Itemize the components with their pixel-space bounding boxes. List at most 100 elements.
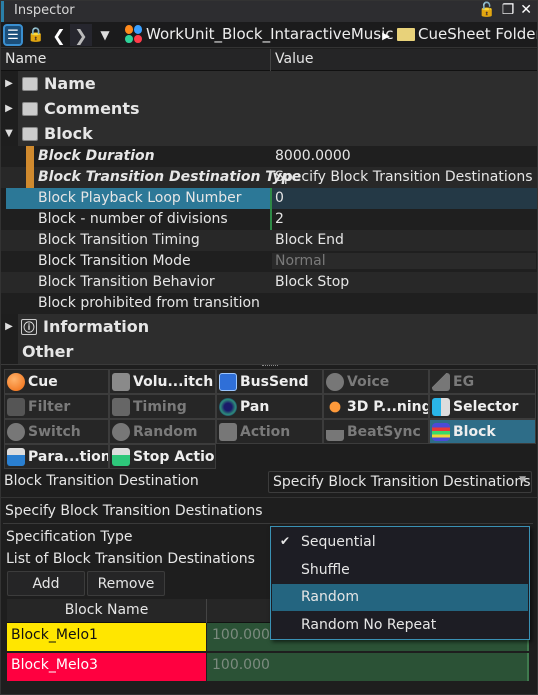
weight-cell[interactable]: 100.000: [207, 653, 529, 681]
metronome-icon: [326, 422, 344, 441]
pan-icon: [219, 397, 237, 416]
expand-arrow-icon[interactable]: ▶: [0, 314, 18, 339]
tab-label: EG: [453, 373, 475, 390]
filter-icon: [7, 397, 25, 416]
expand-arrow-icon[interactable]: ▶: [0, 71, 18, 96]
category-comments[interactable]: ▶ Comments: [0, 96, 538, 121]
category-other[interactable]: Other: [0, 339, 538, 364]
property-row[interactable]: Block Transition Timing Block End: [0, 230, 538, 251]
tab-voice[interactable]: Voice: [323, 369, 429, 394]
property-row[interactable]: Block - number of divisions 2: [0, 209, 538, 230]
property-row[interactable]: Block prohibited from transition: [0, 293, 538, 314]
padlock-icon[interactable]: 🔒: [26, 24, 46, 46]
tab-label: 3D P...ning: [347, 398, 429, 415]
breadcrumb-label: CueSheet Folder: [418, 25, 538, 43]
add-button[interactable]: Add: [7, 571, 85, 596]
tab-stop-action[interactable]: Stop Action: [109, 444, 216, 469]
tab-label: Block: [453, 423, 496, 440]
tab-selector[interactable]: Selector: [429, 394, 536, 419]
column-divider[interactable]: [270, 49, 271, 71]
3d-positioning-icon: [326, 397, 344, 416]
category-label: Name: [44, 74, 96, 93]
stop-action-icon: [112, 447, 130, 466]
tab-volume-pitch[interactable]: Volu...itch: [109, 369, 216, 394]
close-icon[interactable]: ✕: [520, 2, 532, 18]
column-divider[interactable]: [206, 599, 207, 623]
category-name[interactable]: ▶ Name: [0, 71, 538, 96]
back-arrow-icon[interactable]: ❮: [50, 24, 68, 46]
property-row[interactable]: Block Transition Behavior Block Stop: [0, 272, 538, 293]
column-name[interactable]: Name: [5, 51, 46, 67]
tab-label: Para...tion: [28, 448, 109, 465]
tab-cue[interactable]: Cue: [4, 369, 109, 394]
property-value[interactable]: Block End: [275, 232, 344, 248]
checkmark-icon: ✔: [280, 534, 291, 548]
property-row[interactable]: Block Duration 8000.0000: [0, 146, 538, 167]
menu-item-random[interactable]: Random: [272, 584, 528, 611]
property-row[interactable]: Block Transition Destination Type Specif…: [0, 167, 538, 188]
restore-window-icon[interactable]: ❐: [502, 2, 515, 18]
breadcrumb-workunit[interactable]: WorkUnit_Block_IntaractiveMusic: [125, 25, 394, 43]
tab-label: Volu...itch: [133, 373, 214, 390]
tab-pan[interactable]: Pan: [216, 394, 323, 419]
tab-random[interactable]: Random: [109, 419, 216, 444]
remove-button[interactable]: Remove: [87, 571, 165, 596]
transition-destination-label: Block Transition Destination: [4, 473, 199, 489]
column-block-name[interactable]: Block Name: [7, 602, 206, 618]
expand-arrow-icon[interactable]: ▶: [0, 96, 18, 121]
property-value[interactable]: Specify Block Transition Destinations: [275, 169, 533, 185]
property-name: Block Transition Timing: [38, 232, 200, 248]
tab-3d-positioning[interactable]: 3D P...ning: [323, 394, 429, 419]
tab-filter[interactable]: Filter: [4, 394, 109, 419]
property-row-selected[interactable]: Block Playback Loop Number 0: [0, 188, 538, 209]
tab-beatsync[interactable]: BeatSync: [323, 419, 429, 444]
property-value[interactable]: Block Stop: [275, 274, 349, 290]
tab-label: Timing: [133, 398, 187, 415]
tab-block[interactable]: Block: [429, 419, 536, 444]
block-name-cell[interactable]: Block_Melo3: [7, 653, 206, 681]
block-name-cell[interactable]: Block_Melo1: [7, 623, 206, 651]
selector-icon: [432, 397, 450, 416]
property-value[interactable]: 2: [275, 211, 284, 227]
tab-label: Filter: [28, 398, 71, 415]
property-value-disabled: Normal: [272, 253, 536, 269]
collapse-arrow-icon[interactable]: ▼: [0, 121, 18, 146]
transition-destination-select[interactable]: Specify Block Transition Destinations ▼: [268, 471, 532, 493]
category-block[interactable]: ▼ Block: [0, 121, 538, 146]
history-dropdown-icon[interactable]: ▼: [96, 24, 114, 46]
category-information[interactable]: ▶ ⓘ Information: [0, 314, 538, 339]
menu-item-shuffle[interactable]: Shuffle: [272, 557, 528, 584]
tab-action[interactable]: Action: [216, 419, 323, 444]
forward-arrow-icon[interactable]: ❯: [70, 24, 92, 46]
tab-label: Cue: [28, 373, 58, 390]
tab-parameter-action[interactable]: Para...tion: [4, 444, 109, 469]
block-icon: [432, 422, 450, 441]
property-value[interactable]: 0: [275, 190, 284, 206]
table-row[interactable]: Block_Melo3 100.000: [7, 653, 530, 681]
splitter-grip[interactable]: [262, 365, 278, 367]
tab-bussend[interactable]: BusSend: [216, 369, 323, 394]
tab-label: Action: [240, 423, 291, 440]
switch-icon: [7, 422, 25, 441]
destinations-list-label: List of Block Transition Destinations: [6, 551, 255, 567]
menu-item-random-no-repeat[interactable]: Random No Repeat: [272, 612, 528, 639]
menu-item-label: Shuffle: [301, 562, 350, 578]
lock-icon[interactable]: 🔓: [478, 2, 495, 18]
menu-item-label: Sequential: [301, 534, 376, 550]
menu-item-label: Random No Repeat: [301, 617, 437, 633]
voice-icon: [326, 372, 344, 391]
column-value[interactable]: Value: [275, 51, 313, 67]
breadcrumb-folder[interactable]: CueSheet Folder: [397, 25, 538, 43]
property-grid: ▶ Name ▶ Comments ▼ Block Block Duration…: [0, 71, 538, 364]
menu-item-sequential[interactable]: ✔ Sequential: [272, 529, 528, 556]
tab-timing[interactable]: Timing: [109, 394, 216, 419]
category-label: Block: [44, 124, 93, 143]
menu-icon[interactable]: ☰: [3, 24, 23, 46]
property-value[interactable]: 8000.0000: [275, 148, 351, 164]
grid-column-header: Name Value: [0, 49, 538, 71]
tab-eg[interactable]: EG: [429, 369, 536, 394]
tab-switch[interactable]: Switch: [4, 419, 109, 444]
property-row[interactable]: Block Transition Mode Normal: [0, 251, 538, 272]
bussend-icon: [219, 372, 237, 391]
category-label: Comments: [44, 99, 140, 118]
